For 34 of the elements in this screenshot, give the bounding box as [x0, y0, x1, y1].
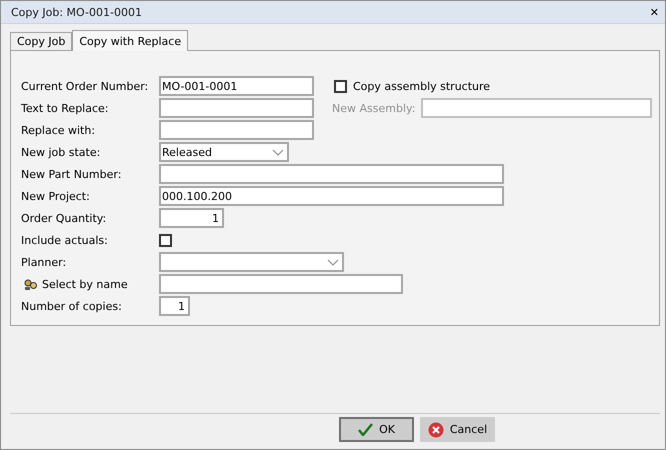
- field-label: New Assembly:: [332, 102, 416, 114]
- ok-button[interactable]: OK: [339, 417, 414, 442]
- field-label: New Part Number:: [21, 168, 122, 180]
- dropdown-field[interactable]: [159, 252, 344, 272]
- text-field[interactable]: MO-001-0001: [159, 76, 314, 96]
- text-field[interactable]: [159, 98, 314, 118]
- text-field[interactable]: [421, 98, 652, 118]
- number-field[interactable]: 1: [159, 296, 190, 316]
- field-label: Planner:: [21, 256, 68, 268]
- field-label: Replace with:: [21, 124, 96, 136]
- checkmark-icon: [358, 423, 374, 436]
- tab[interactable]: Copy with Replace: [72, 30, 188, 51]
- people-icon[interactable]: [24, 278, 38, 290]
- text-field[interactable]: [159, 120, 314, 140]
- cancel-button[interactable]: Cancel: [420, 417, 495, 442]
- tab[interactable]: Copy Job: [10, 32, 72, 50]
- field-label: Current Order Number:: [21, 80, 150, 92]
- checkbox[interactable]: [159, 234, 172, 246]
- field-label: Select by name: [42, 278, 128, 290]
- dropdown-field[interactable]: Released: [159, 142, 289, 162]
- number-field[interactable]: 1: [159, 208, 224, 228]
- text-field[interactable]: [159, 164, 504, 184]
- window-title: Copy Job: MO-001-0001: [11, 6, 142, 18]
- close-button[interactable]: ✕: [650, 6, 659, 18]
- cancel-icon: [428, 422, 444, 438]
- field-label: Include actuals:: [21, 234, 109, 246]
- text-field[interactable]: [159, 274, 403, 294]
- field-label: New job state:: [21, 146, 102, 158]
- field-label: Text to Replace:: [21, 102, 110, 114]
- field-label: Number of copies:: [21, 300, 123, 312]
- text-field[interactable]: 000.100.200: [159, 186, 504, 206]
- checkbox-label: Copy assembly structure: [353, 80, 490, 92]
- field-label: New Project:: [21, 190, 91, 202]
- field-label: Order Quantity:: [21, 212, 108, 224]
